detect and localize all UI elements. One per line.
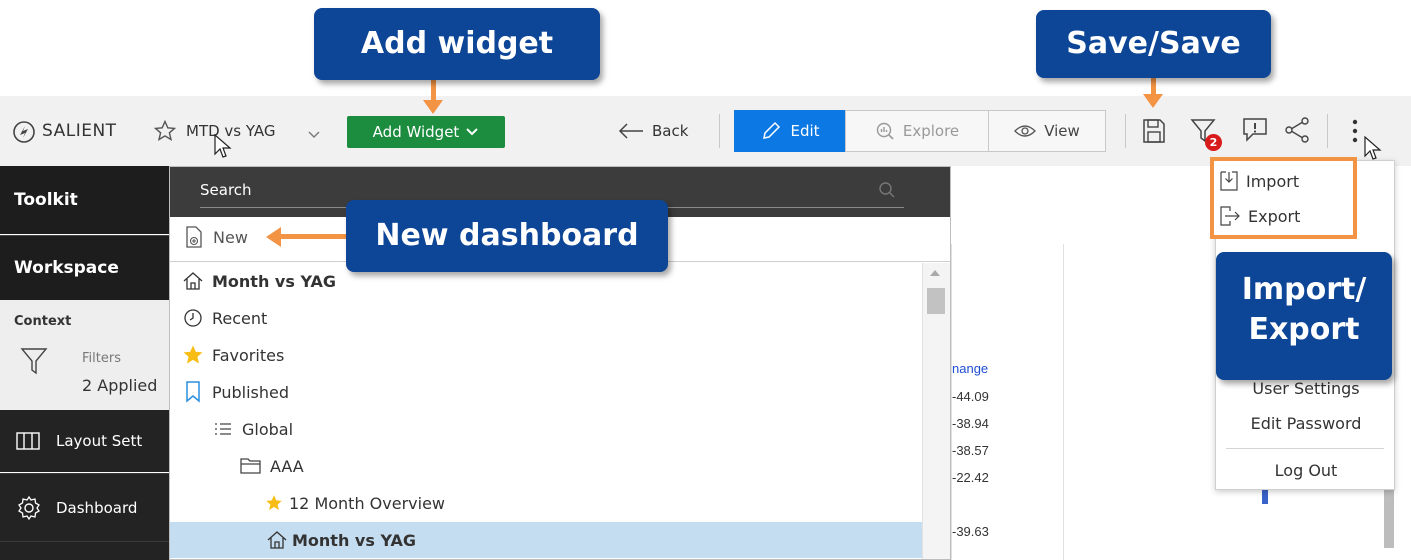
folder-label: AAA [270, 456, 304, 476]
export-label: Export [1248, 206, 1301, 226]
chevron-down-icon[interactable] [307, 125, 321, 138]
background-value: -38.57 [952, 443, 989, 458]
export-icon [1220, 206, 1240, 226]
toolbar-divider [719, 114, 720, 148]
export-item[interactable]: Export [1220, 203, 1350, 229]
user-settings-item[interactable]: User Settings [1216, 379, 1396, 398]
back-arrow-icon[interactable] [617, 121, 645, 141]
back-button[interactable]: Back [652, 122, 688, 140]
background-value: -44.09 [952, 389, 989, 404]
edit-password-item[interactable]: Edit Password [1216, 414, 1396, 433]
funnel-icon [20, 346, 48, 376]
layout-settings-item[interactable]: Layout Sett [0, 410, 169, 472]
add-widget-label: Add Widget [372, 123, 460, 141]
context-heading: Context [14, 314, 72, 329]
published-item[interactable]: Published [170, 374, 922, 410]
folder-item[interactable]: AAA [170, 448, 922, 484]
dashboard-settings-label: Dashboard [56, 498, 138, 517]
import-icon [1220, 171, 1238, 191]
save-icon[interactable] [1141, 117, 1167, 145]
view-mode-label: View [1044, 122, 1080, 140]
mouse-cursor-icon [1364, 135, 1382, 162]
background-value: -22.42 [952, 470, 989, 485]
callout-arrowhead-add-widget [423, 100, 443, 114]
share-icon[interactable] [1283, 116, 1311, 144]
toolbar-divider [1125, 114, 1126, 148]
sidebar-bottom [0, 541, 169, 560]
feedback-icon[interactable] [1240, 115, 1270, 145]
callout-save: Save/Save [1036, 10, 1271, 78]
mouse-cursor-icon [214, 133, 232, 160]
edit-mode-button[interactable]: Edit [734, 110, 846, 152]
import-item[interactable]: Import [1220, 168, 1350, 194]
dashboard-list-item[interactable]: 12 Month Overview [170, 485, 922, 521]
callout-add-widget: Add widget [314, 8, 600, 80]
background-column-header: nange [952, 361, 989, 376]
new-document-icon [183, 226, 205, 248]
favorite-star-icon[interactable] [153, 119, 177, 143]
filters-label: Filters [82, 351, 121, 366]
dropdown-scrollbar-thumb[interactable] [927, 288, 945, 314]
callout-import-export: Import/ Export [1216, 252, 1392, 380]
columns-icon [16, 432, 40, 450]
callout-arrow-new-dashboard [280, 234, 346, 239]
view-mode-button[interactable]: View [988, 110, 1106, 152]
dashboard-list-item-label: Month vs YAG [212, 271, 337, 291]
clock-icon [182, 307, 204, 329]
bookmark-icon [182, 381, 204, 403]
menu-divider [1226, 448, 1384, 449]
import-label: Import [1246, 171, 1300, 191]
published-label: Published [212, 382, 290, 402]
callout-import-export-line1: Import/ [1241, 272, 1367, 307]
add-widget-button[interactable]: Add Widget [347, 116, 505, 148]
search-input[interactable]: Search [200, 181, 252, 199]
toolkit-tab[interactable]: Toolkit [0, 166, 169, 234]
dashboard-list-item-label: Month vs YAG [292, 530, 417, 550]
pencil-icon [763, 121, 781, 139]
dashboard-list-item-selected[interactable]: Month vs YAG [170, 522, 922, 558]
eye-icon [1014, 125, 1037, 137]
global-label: Global [242, 419, 294, 439]
more-menu-icon[interactable] [1350, 118, 1360, 148]
callout-arrowhead-save [1143, 94, 1163, 108]
filter-count-badge: 2 [1205, 134, 1222, 151]
log-out-item[interactable]: Log Out [1216, 461, 1396, 480]
dashboard-settings-item[interactable]: Dashboard [0, 473, 169, 541]
home-icon [266, 529, 288, 551]
recent-item[interactable]: Recent [170, 300, 922, 336]
star-icon [263, 492, 285, 514]
background-value: -39.63 [952, 524, 989, 539]
background-scrollbar [1384, 490, 1394, 548]
toolbar-divider [1327, 114, 1328, 148]
filters-applied[interactable]: 2 Applied [82, 376, 157, 395]
gear-icon [18, 495, 40, 520]
home-icon [182, 270, 204, 292]
global-item[interactable]: Global [170, 411, 922, 447]
folder-icon [240, 455, 262, 477]
recent-label: Recent [212, 308, 268, 328]
callout-new-dashboard: New dashboard [346, 200, 668, 272]
explore-mode-button[interactable]: Explore [845, 110, 989, 152]
star-icon [182, 344, 204, 366]
edit-mode-label: Edit [790, 122, 820, 140]
salient-logo-icon [12, 120, 36, 144]
explore-mode-label: Explore [902, 122, 960, 140]
callout-arrowhead-new-dashboard [266, 227, 281, 247]
favorites-item[interactable]: Favorites [170, 337, 922, 373]
dashboard-list-item-label: 12 Month Overview [289, 493, 446, 513]
callout-import-export-line2: Export [1248, 312, 1360, 347]
new-label: New [213, 227, 248, 247]
background-value: -38.94 [952, 416, 989, 431]
explore-icon [876, 122, 894, 140]
background-bar [1262, 490, 1268, 504]
scroll-up-arrow-icon[interactable] [930, 270, 940, 276]
chevron-down-icon [466, 128, 479, 136]
brand-name: SALIENT [42, 121, 117, 141]
search-icon[interactable] [878, 181, 896, 199]
favorites-label: Favorites [212, 345, 285, 365]
workspace-tab[interactable]: Workspace [0, 235, 169, 300]
list-icon [212, 418, 234, 440]
layout-settings-label: Layout Sett [56, 432, 143, 450]
